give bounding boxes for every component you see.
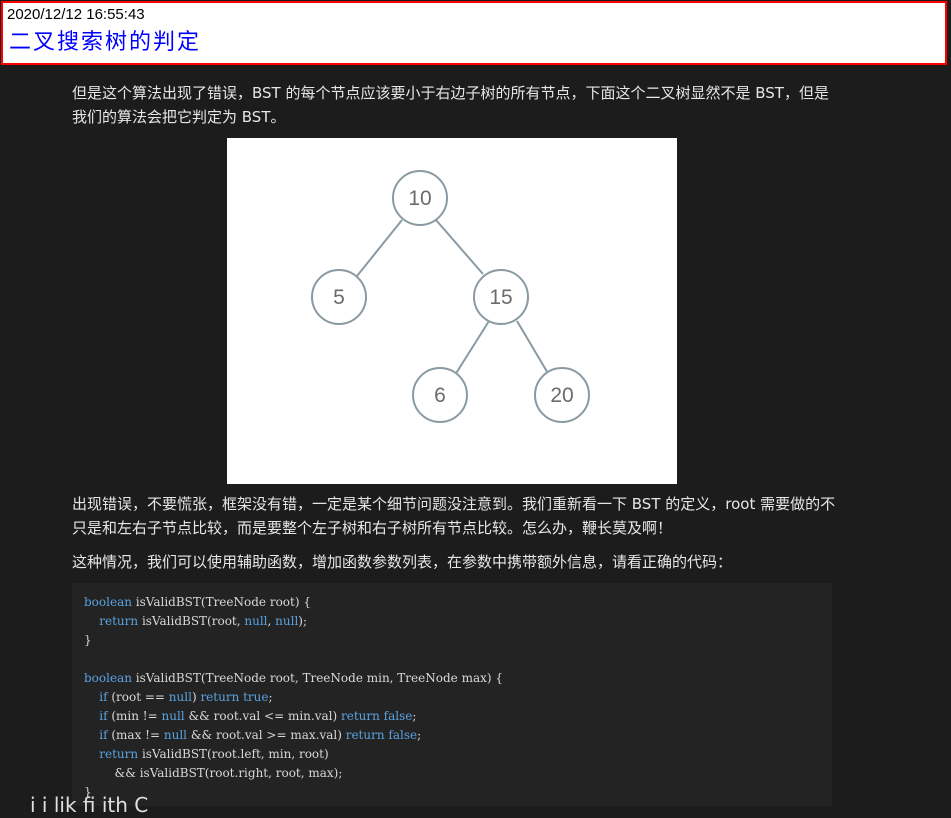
node-label-15: 15 [489, 286, 512, 309]
code-line: } [84, 631, 832, 650]
code-keyword: return false [341, 709, 413, 723]
code-text: ; [268, 690, 273, 704]
paragraph-solution: 这种情况，我们可以使用辅助函数，增加函数参数列表，在参数中携带额外信息，请看正确… [72, 553, 733, 571]
code-keyword: return [99, 614, 139, 628]
edge-10-5 [356, 219, 403, 277]
code-keyword: null [168, 690, 192, 704]
code-text: (min != [107, 709, 162, 723]
code-line: if (min != null && root.val <= min.val) … [84, 707, 832, 726]
bst-tree-figure: 10 5 15 6 20 [227, 138, 677, 484]
code-text: ); [298, 614, 308, 628]
partial-bottom-text: i i lik fi ith C [30, 793, 149, 817]
code-line: && isValidBST(root.right, root, max); [84, 764, 832, 783]
page-title: 二叉搜索树的判定 [9, 30, 202, 55]
timestamp: 2020/12/12 16:55:43 [7, 6, 145, 23]
code-keyword: null [163, 728, 187, 742]
code-text: isValidBST(root.left, min, root) [138, 747, 329, 761]
code-keyword: null [244, 614, 268, 628]
code-text: , [267, 614, 276, 628]
code-text: ; [412, 709, 417, 723]
code-text: && root.val <= min.val) [184, 709, 341, 723]
code-line: boolean isValidBST(TreeNode root, TreeNo… [84, 669, 832, 688]
edge-15-20 [516, 320, 550, 376]
page-header: 2020/12/12 16:55:43 二叉搜索树的判定 [1, 1, 947, 65]
code-line: if (root == null) return true; [84, 688, 832, 707]
code-line: if (max != null && root.val >= max.val) … [84, 726, 832, 745]
edge-15-6 [454, 320, 490, 376]
code-keyword: if [99, 690, 108, 704]
code-block: boolean isValidBST(TreeNode root) { retu… [72, 583, 832, 806]
code-keyword: return [99, 747, 139, 761]
node-label-10: 10 [408, 187, 431, 210]
paragraph-explanation: 出现错误，不要慌张，框架没有错，一定是某个细节问题没注意到。我们重新看一下 BS… [72, 495, 836, 537]
code-keyword: return false [345, 728, 418, 742]
code-keyword: null [161, 709, 185, 723]
code-keyword: return true [200, 690, 269, 704]
code-keyword: boolean [84, 595, 132, 609]
code-text: isValidBST(TreeNode root, TreeNode min, … [131, 671, 504, 685]
code-line: return isValidBST(root.left, min, root) [84, 745, 832, 764]
code-text: && root.val >= max.val) [187, 728, 346, 742]
edge-10-15 [435, 219, 484, 275]
tree-diagram: 10 5 15 6 20 [311, 170, 590, 423]
code-text: (max != [107, 728, 164, 742]
code-line: } [84, 783, 832, 802]
node-label-6: 6 [434, 384, 446, 407]
code-text: isValidBST(TreeNode root) { [131, 595, 311, 609]
code-text: isValidBST(root, [138, 614, 245, 628]
code-text: ; [417, 728, 422, 742]
code-keyword: null [275, 614, 299, 628]
code-line: boolean isValidBST(TreeNode root) { [84, 593, 832, 612]
code-line: return isValidBST(root, null, null); [84, 612, 832, 631]
code-keyword: boolean [84, 671, 132, 685]
paragraph-intro: 但是这个算法出现了错误，BST 的每个节点应该要小于右边子树的所有节点，下面这个… [72, 84, 829, 126]
code-text: (root == [107, 690, 169, 704]
code-keyword: if [99, 709, 108, 723]
code-keyword: if [99, 728, 108, 742]
code-text: } [84, 633, 92, 647]
node-label-20: 20 [550, 384, 573, 407]
node-label-5: 5 [333, 286, 345, 309]
code-text: && isValidBST(root.right, root, max); [84, 766, 343, 780]
